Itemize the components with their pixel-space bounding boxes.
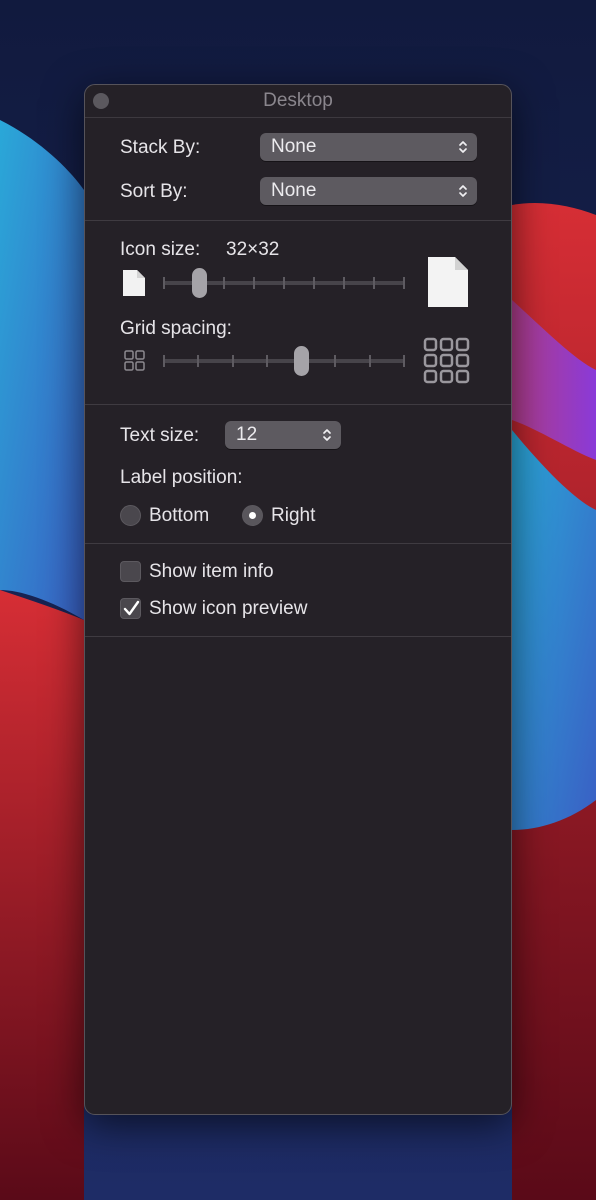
slider-tick xyxy=(369,355,371,367)
label-position-label: Label position: xyxy=(120,467,243,488)
up-down-chevron-icon xyxy=(323,429,331,441)
slider-tick xyxy=(283,277,285,289)
slider-tick xyxy=(232,355,234,367)
slider-tick xyxy=(403,355,405,367)
icon-size-slider[interactable] xyxy=(163,265,405,301)
sort-by-value: None xyxy=(271,180,317,201)
show-item-info-checkbox[interactable] xyxy=(120,561,141,582)
document-large-icon xyxy=(428,257,468,307)
section-divider xyxy=(85,543,511,544)
desktop-view-options-window: Desktop Stack By: None Sort By: None Ico… xyxy=(84,84,512,1115)
stack-by-popup[interactable]: None xyxy=(260,133,477,161)
slider-tick xyxy=(334,355,336,367)
text-size-label: Text size: xyxy=(120,425,200,446)
icon-size-label: Icon size: xyxy=(120,239,201,260)
text-size-value: 12 xyxy=(236,424,258,445)
title-bar[interactable]: Desktop xyxy=(85,85,511,118)
slider-tick xyxy=(223,277,225,289)
stack-by-value: None xyxy=(271,136,317,157)
sort-by-label: Sort By: xyxy=(120,181,188,202)
slider-tick xyxy=(197,355,199,367)
slider-tick xyxy=(403,277,405,289)
show-item-info-label[interactable]: Show item info xyxy=(149,560,274,584)
slider-tick xyxy=(163,355,165,367)
slider-knob[interactable] xyxy=(192,268,207,298)
up-down-chevron-icon xyxy=(459,185,467,197)
show-icon-preview-label[interactable]: Show icon preview xyxy=(149,597,307,621)
slider-tick xyxy=(266,355,268,367)
radio-bottom[interactable] xyxy=(120,505,141,526)
grid-spacing-slider[interactable] xyxy=(163,343,405,379)
icon-size-value: 32×32 xyxy=(226,239,280,260)
close-window-button[interactable] xyxy=(93,93,109,109)
radio-right-label[interactable]: Right xyxy=(271,504,315,528)
section-divider xyxy=(85,636,511,637)
window-title: Desktop xyxy=(263,90,333,111)
section-divider xyxy=(85,404,511,405)
slider-tick xyxy=(163,277,165,289)
slider-tick xyxy=(313,277,315,289)
slider-tick xyxy=(343,277,345,289)
sort-by-popup[interactable]: None xyxy=(260,177,477,205)
grid-spacing-label: Grid spacing: xyxy=(120,318,232,339)
slider-tick xyxy=(253,277,255,289)
stack-by-label: Stack By: xyxy=(120,137,201,158)
grid-wide-icon xyxy=(423,337,470,384)
up-down-chevron-icon xyxy=(459,141,467,153)
radio-bottom-label[interactable]: Bottom xyxy=(149,504,209,528)
slider-tick xyxy=(373,277,375,289)
checkmark-icon xyxy=(123,600,140,616)
document-small-icon xyxy=(123,270,145,296)
show-icon-preview-checkbox[interactable] xyxy=(120,598,141,619)
section-divider xyxy=(85,220,511,221)
slider-knob[interactable] xyxy=(294,346,309,376)
text-size-popup[interactable]: 12 xyxy=(225,421,341,449)
grid-tight-icon xyxy=(124,350,145,371)
radio-right[interactable] xyxy=(242,505,263,526)
